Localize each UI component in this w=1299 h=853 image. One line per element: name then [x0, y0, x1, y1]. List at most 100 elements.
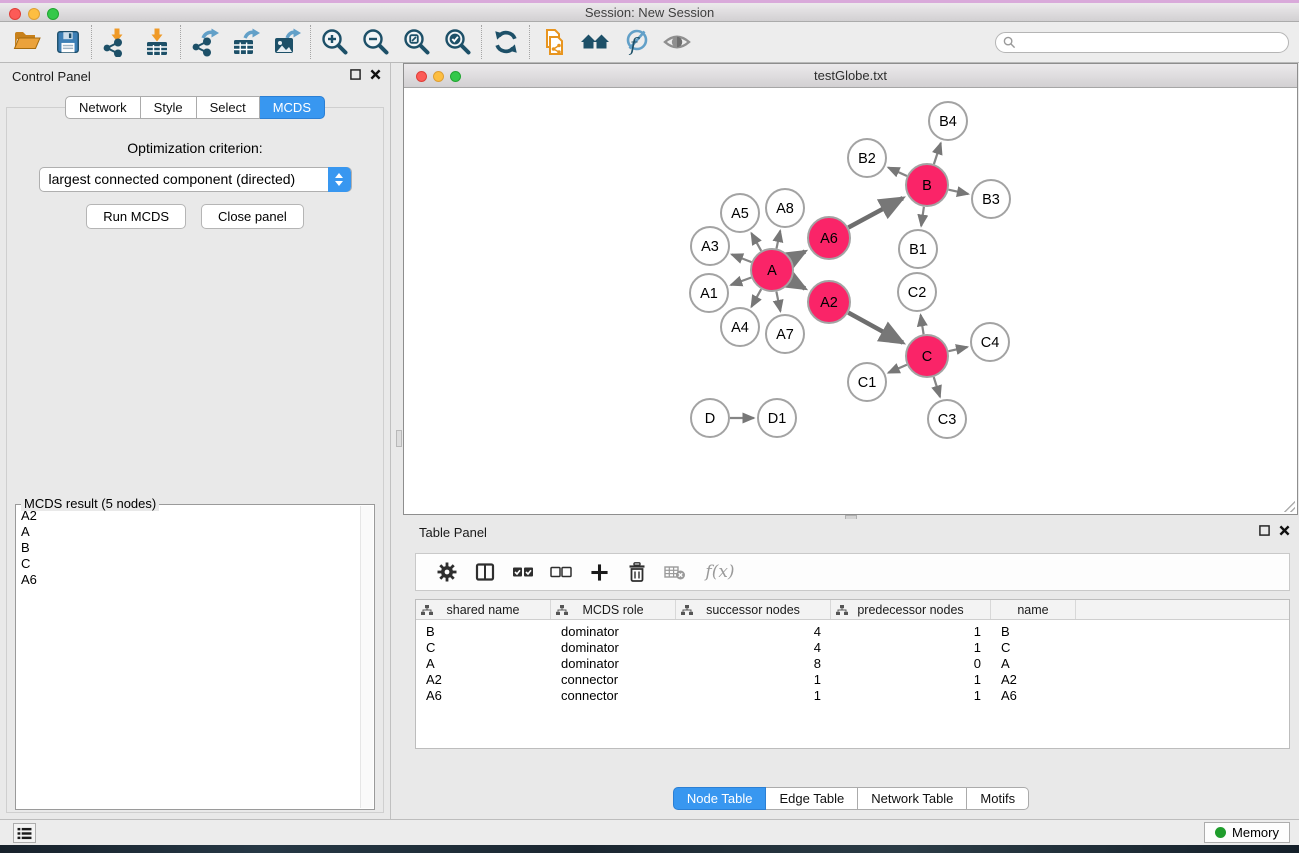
- search-icon: [1003, 36, 1016, 49]
- tab-network[interactable]: Network: [65, 96, 141, 119]
- table-cell: 1: [831, 672, 991, 688]
- table-row[interactable]: Cdominator41C: [416, 640, 1289, 656]
- float-table-panel-icon[interactable]: [1259, 525, 1270, 536]
- task-history-button[interactable]: [13, 823, 36, 843]
- table-row[interactable]: Bdominator41B: [416, 624, 1289, 640]
- close-panel-icon[interactable]: [370, 69, 381, 80]
- graph-node-C3[interactable]: C3: [928, 400, 966, 438]
- mcds-result-item[interactable]: A6: [17, 572, 359, 588]
- add-column-icon[interactable]: [586, 559, 612, 585]
- save-icon[interactable]: [47, 23, 88, 61]
- table-row[interactable]: Adominator80A: [416, 656, 1289, 672]
- column-header-MCDS-role[interactable]: MCDS role: [551, 600, 676, 619]
- tab-edge-table[interactable]: Edge Table: [766, 787, 858, 810]
- refresh-icon[interactable]: [485, 23, 526, 61]
- memory-button[interactable]: Memory: [1204, 822, 1290, 843]
- sort-hierarchy-icon: [836, 605, 848, 616]
- graph-node-A7[interactable]: A7: [766, 315, 804, 353]
- search-field[interactable]: [995, 32, 1289, 53]
- window-title: Session: New Session: [0, 3, 1299, 22]
- export-image-icon[interactable]: [266, 23, 307, 61]
- settings-gear-icon[interactable]: [434, 559, 460, 585]
- zoom-out-icon[interactable]: [355, 23, 396, 61]
- graph-node-C1[interactable]: C1: [848, 363, 886, 401]
- toggle-function-icon[interactable]: f: [615, 23, 656, 61]
- copy-network-view-icon[interactable]: [533, 23, 574, 61]
- column-header-name[interactable]: name: [991, 600, 1076, 619]
- maximize-window-button[interactable]: [47, 8, 59, 20]
- table-row[interactable]: A6connector11A6: [416, 688, 1289, 704]
- graph-node-C2[interactable]: C2: [898, 273, 936, 311]
- import-table-icon[interactable]: [136, 23, 177, 61]
- search-input[interactable]: [1016, 34, 1288, 51]
- run-mcds-button[interactable]: Run MCDS: [86, 204, 186, 229]
- graph-node-B2[interactable]: B2: [848, 139, 886, 177]
- svg-text:A6: A6: [820, 231, 838, 247]
- table-tabs: Node TableEdge TableNetwork TableMotifs: [403, 787, 1299, 810]
- column-header-successor-nodes[interactable]: successor nodes: [676, 600, 831, 619]
- graph-node-A2[interactable]: A2: [808, 281, 850, 323]
- column-header-predecessor-nodes[interactable]: predecessor nodes: [831, 600, 991, 619]
- tab-select[interactable]: Select: [197, 96, 260, 119]
- tab-style[interactable]: Style: [141, 96, 197, 119]
- optimization-criterion-dropdown[interactable]: largest connected component (directed): [39, 167, 352, 192]
- tab-motifs[interactable]: Motifs: [967, 787, 1029, 810]
- graph-node-D1[interactable]: D1: [758, 399, 796, 437]
- graph-node-B[interactable]: B: [906, 164, 948, 206]
- network-minimize-button[interactable]: [433, 71, 444, 82]
- show-columns-icon[interactable]: [472, 559, 498, 585]
- mcds-result-item[interactable]: C: [17, 556, 359, 572]
- float-panel-icon[interactable]: [350, 69, 361, 80]
- network-maximize-button[interactable]: [450, 71, 461, 82]
- eye-icon[interactable]: [656, 23, 697, 61]
- graph-edge-A2-C: [848, 313, 903, 343]
- mcds-result-item[interactable]: A2: [17, 508, 359, 524]
- function-builder-icon[interactable]: f(x): [700, 559, 740, 585]
- graph-node-A8[interactable]: A8: [766, 189, 804, 227]
- home-layout-icon[interactable]: [574, 23, 615, 61]
- graph-node-A5[interactable]: A5: [721, 194, 759, 232]
- result-scrollbar[interactable]: [360, 506, 373, 808]
- table-cell: A: [416, 656, 551, 672]
- graph-node-D[interactable]: D: [691, 399, 729, 437]
- close-panel-button[interactable]: Close panel: [201, 204, 304, 229]
- delete-table-icon[interactable]: [662, 559, 688, 585]
- delete-column-trash-icon[interactable]: [624, 559, 650, 585]
- select-all-checkboxes-icon[interactable]: [510, 559, 536, 585]
- export-table-icon[interactable]: [225, 23, 266, 61]
- table-header-row: shared nameMCDS rolesuccessor nodesprede…: [416, 600, 1289, 620]
- network-close-button[interactable]: [416, 71, 427, 82]
- graph-node-B4[interactable]: B4: [929, 102, 967, 140]
- zoom-in-icon[interactable]: [314, 23, 355, 61]
- svg-text:C3: C3: [938, 412, 957, 428]
- close-window-button[interactable]: [9, 8, 21, 20]
- graph-node-C[interactable]: C: [906, 335, 948, 377]
- network-window-titlebar: testGlobe.txt: [404, 64, 1297, 88]
- graph-node-A1[interactable]: A1: [690, 274, 728, 312]
- graph-node-B1[interactable]: B1: [899, 230, 937, 268]
- graph-node-B3[interactable]: B3: [972, 180, 1010, 218]
- zoom-selected-icon[interactable]: [437, 23, 478, 61]
- graph-node-A[interactable]: A: [751, 249, 793, 291]
- tab-network-table[interactable]: Network Table: [858, 787, 967, 810]
- graph-node-A3[interactable]: A3: [691, 227, 729, 265]
- tab-mcds[interactable]: MCDS: [260, 96, 325, 119]
- import-network-icon[interactable]: [95, 23, 136, 61]
- column-header-shared-name[interactable]: shared name: [416, 600, 551, 619]
- open-file-icon[interactable]: [6, 23, 47, 61]
- export-network-icon[interactable]: [184, 23, 225, 61]
- zoom-fit-icon[interactable]: [396, 23, 437, 61]
- graph-node-A4[interactable]: A4: [721, 308, 759, 346]
- close-table-panel-icon[interactable]: [1279, 525, 1290, 536]
- table-row[interactable]: A2connector11A2: [416, 672, 1289, 688]
- desktop-background-strip: [0, 845, 1299, 853]
- tab-node-table[interactable]: Node Table: [673, 787, 767, 810]
- mcds-result-item[interactable]: B: [17, 540, 359, 556]
- deselect-all-checkboxes-icon[interactable]: [548, 559, 574, 585]
- network-canvas[interactable]: A A1 A2 A3 A4 A5 A6 A7 A8 B B1 B2 B3 B4 C C1 C2 C3 C4 D D1: [404, 89, 1297, 514]
- mcds-result-item[interactable]: A: [17, 524, 359, 540]
- panel-split-handle[interactable]: [396, 430, 402, 447]
- minimize-window-button[interactable]: [28, 8, 40, 20]
- graph-node-C4[interactable]: C4: [971, 323, 1009, 361]
- graph-node-A6[interactable]: A6: [808, 217, 850, 259]
